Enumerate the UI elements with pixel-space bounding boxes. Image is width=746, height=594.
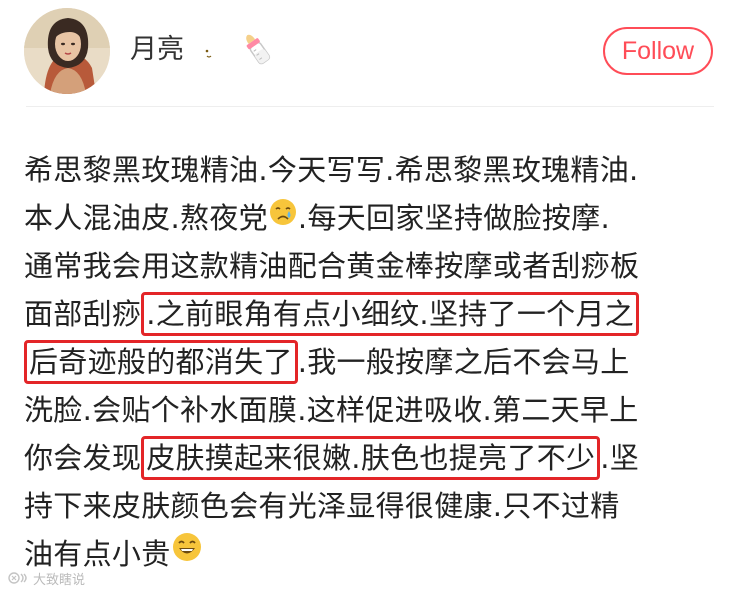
post-text: 油有点小贵 [24, 537, 171, 571]
post-text: 你会发现 [24, 441, 142, 475]
post-text: 洗脸.会贴个补水面膜.这样促进吸收.第二天早上 [24, 393, 639, 427]
post-text: 通常我会用这款精油配合黄金棒按摩或者刮痧板 [24, 249, 640, 283]
post-line: 后奇迹般的都消失了 .我一般按摩之后不会马上 [24, 338, 724, 386]
post-text: .每天回家坚持做脸按摩. [297, 201, 610, 235]
post-line: 油有点小贵 [24, 530, 724, 578]
highlighted-text: 后奇迹般的都消失了 [24, 340, 298, 384]
watermark-text: 大致瞎说 [33, 573, 86, 588]
post-text: 持下来皮肤颜色会有光泽显得很健康.只不过精 [24, 489, 620, 523]
post-line: 面部刮痧 .之前眼角有点小细纹.坚持了一个月之 [24, 290, 724, 338]
post-text: 面部刮痧 [24, 297, 142, 331]
follow-button[interactable]: Follow [603, 27, 713, 75]
post-line: 本人混油皮.熬夜党 .每天回家坚持做脸按摩. [24, 194, 724, 242]
highlighted-text: .之前眼角有点小细纹.坚持了一个月之 [141, 292, 640, 336]
moon-icon [197, 32, 226, 70]
post-line: 希思黎黑玫瑰精油.今天写写.希思黎黑玫瑰精油. [24, 146, 724, 194]
post-line: 你会发现 皮肤摸起来很嫩.肤色也提亮了不少 .坚 [24, 434, 724, 482]
post-body: 希思黎黑玫瑰精油.今天写写.希思黎黑玫瑰精油. 本人混油皮.熬夜党 .每天回家坚… [24, 146, 724, 578]
post-line: 洗脸.会贴个补水面膜.这样促进吸收.第二天早上 [24, 386, 724, 434]
post-header: 月亮 Follow [0, 0, 746, 106]
grinning-face-emoji-icon [171, 529, 203, 577]
post-text: 本人混油皮.熬夜党 [24, 201, 268, 235]
highlighted-text: 皮肤摸起来很嫩.肤色也提亮了不少 [141, 436, 601, 480]
baby-bottle-icon [240, 30, 274, 72]
watermark: 大致瞎说 [8, 571, 85, 590]
avatar-image [24, 8, 110, 94]
header-divider [26, 106, 714, 107]
post-text: .我一般按摩之后不会马上 [297, 345, 630, 379]
post-text: 希思黎黑玫瑰精油.今天写写.希思黎黑玫瑰精油. [24, 153, 639, 187]
watermark-logo-icon [8, 571, 30, 590]
crying-face-emoji-icon [268, 193, 298, 241]
post-text: .坚 [600, 441, 640, 475]
username[interactable]: 月亮 [130, 30, 184, 70]
post-line: 持下来皮肤颜色会有光泽显得很健康.只不过精 [24, 482, 724, 530]
avatar[interactable] [24, 8, 110, 94]
post-line: 通常我会用这款精油配合黄金棒按摩或者刮痧板 [24, 242, 724, 290]
